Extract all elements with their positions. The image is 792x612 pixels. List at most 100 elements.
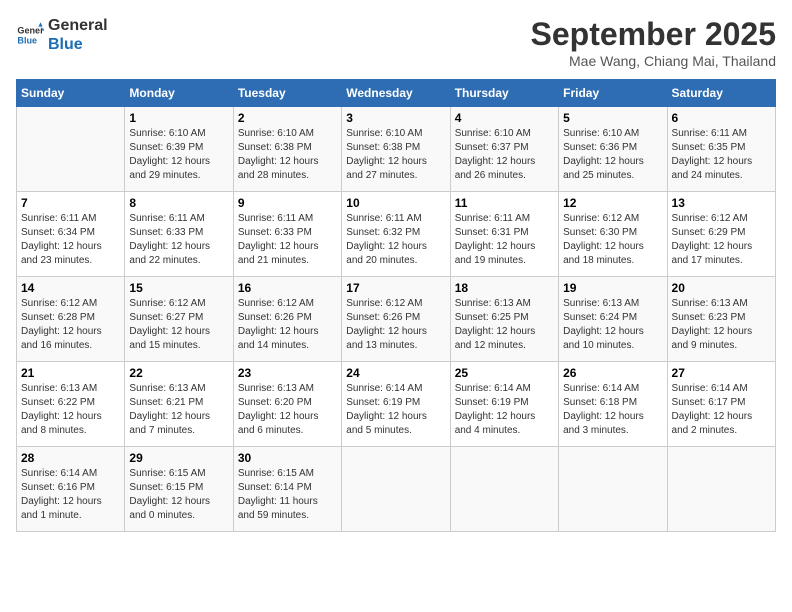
day-header-sunday: Sunday — [17, 80, 125, 107]
calendar-cell: 20 Sunrise: 6:13 AM Sunset: 6:23 PM Dayli… — [667, 277, 775, 362]
cell-info: Sunrise: 6:12 AM Sunset: 6:27 PM Dayligh… — [129, 297, 228, 353]
day-number: 24 — [346, 366, 445, 380]
calendar-week-4: 21 Sunrise: 6:13 AM Sunset: 6:22 PM Dayli… — [17, 362, 776, 447]
cell-info: Sunrise: 6:10 AM Sunset: 6:37 PM Dayligh… — [455, 127, 554, 183]
calendar-cell: 10 Sunrise: 6:11 AM Sunset: 6:32 PM Dayli… — [342, 192, 450, 277]
cell-info: Sunrise: 6:10 AM Sunset: 6:39 PM Dayligh… — [129, 127, 228, 183]
calendar-cell: 29Sunrise: 6:15 AM Sunset: 6:15 PM Dayli… — [125, 447, 233, 532]
cell-info: Sunrise: 6:15 AM Sunset: 6:15 PM Dayligh… — [129, 467, 228, 523]
cell-info: Sunrise: 6:12 AM Sunset: 6:26 PM Dayligh… — [346, 297, 445, 353]
title-area: September 2025 Mae Wang, Chiang Mai, Tha… — [531, 16, 776, 69]
day-header-saturday: Saturday — [667, 80, 775, 107]
day-number: 28 — [21, 451, 120, 465]
day-number: 14 — [21, 281, 120, 295]
day-number: 19 — [563, 281, 662, 295]
calendar-header-row: SundayMondayTuesdayWednesdayThursdayFrid… — [17, 80, 776, 107]
calendar-cell: 22 Sunrise: 6:13 AM Sunset: 6:21 PM Dayli… — [125, 362, 233, 447]
logo: General Blue General Blue — [16, 16, 108, 54]
day-number: 30 — [238, 451, 337, 465]
calendar-cell: 17 Sunrise: 6:12 AM Sunset: 6:26 PM Dayli… — [342, 277, 450, 362]
day-number: 17 — [346, 281, 445, 295]
cell-info: Sunrise: 6:11 AM Sunset: 6:34 PM Dayligh… — [21, 212, 120, 268]
day-number: 22 — [129, 366, 228, 380]
cell-info: Sunrise: 6:12 AM Sunset: 6:30 PM Dayligh… — [563, 212, 662, 268]
day-number: 26 — [563, 366, 662, 380]
cell-info: Sunrise: 6:13 AM Sunset: 6:23 PM Dayligh… — [672, 297, 771, 353]
calendar-cell: 25 Sunrise: 6:14 AM Sunset: 6:19 PM Dayli… — [450, 362, 558, 447]
cell-info: Sunrise: 6:11 AM Sunset: 6:32 PM Dayligh… — [346, 212, 445, 268]
calendar-cell: 1 Sunrise: 6:10 AM Sunset: 6:39 PM Daylig… — [125, 107, 233, 192]
cell-info: Sunrise: 6:10 AM Sunset: 6:38 PM Dayligh… — [346, 127, 445, 183]
calendar-cell: 28 Sunrise: 6:14 AM Sunset: 6:16 PM Dayli… — [17, 447, 125, 532]
cell-info: Sunrise: 6:12 AM Sunset: 6:28 PM Dayligh… — [21, 297, 120, 353]
svg-text:Blue: Blue — [17, 36, 37, 46]
cell-info: Sunrise: 6:14 AM Sunset: 6:17 PM Dayligh… — [672, 382, 771, 438]
logo-icon: General Blue — [16, 21, 44, 49]
logo-line2: Blue — [48, 35, 108, 54]
calendar-table: SundayMondayTuesdayWednesdayThursdayFrid… — [16, 79, 776, 532]
day-number: 6 — [672, 111, 771, 125]
cell-info: Sunrise: 6:11 AM Sunset: 6:31 PM Dayligh… — [455, 212, 554, 268]
logo-line1: General — [48, 16, 108, 35]
calendar-cell: 2 Sunrise: 6:10 AM Sunset: 6:38 PM Daylig… — [233, 107, 341, 192]
day-number: 1 — [129, 111, 228, 125]
cell-info: Sunrise: 6:14 AM Sunset: 6:18 PM Dayligh… — [563, 382, 662, 438]
calendar-cell: 13 Sunrise: 6:12 AM Sunset: 6:29 PM Dayli… — [667, 192, 775, 277]
day-number: 16 — [238, 281, 337, 295]
cell-info: Sunrise: 6:13 AM Sunset: 6:21 PM Dayligh… — [129, 382, 228, 438]
svg-text:General: General — [17, 26, 44, 36]
month-year: September 2025 — [531, 16, 776, 53]
day-number: 27 — [672, 366, 771, 380]
calendar-cell: 23Sunrise: 6:13 AM Sunset: 6:20 PM Dayli… — [233, 362, 341, 447]
calendar-cell: 27 Sunrise: 6:14 AM Sunset: 6:17 PM Dayli… — [667, 362, 775, 447]
calendar-cell: 12 Sunrise: 6:12 AM Sunset: 6:30 PM Dayli… — [559, 192, 667, 277]
calendar-cell: 21 Sunrise: 6:13 AM Sunset: 6:22 PM Dayli… — [17, 362, 125, 447]
day-number: 18 — [455, 281, 554, 295]
calendar-cell — [667, 447, 775, 532]
day-header-tuesday: Tuesday — [233, 80, 341, 107]
calendar-cell: 3Sunrise: 6:10 AM Sunset: 6:38 PM Daylig… — [342, 107, 450, 192]
cell-info: Sunrise: 6:13 AM Sunset: 6:22 PM Dayligh… — [21, 382, 120, 438]
day-number: 13 — [672, 196, 771, 210]
day-number: 23 — [238, 366, 337, 380]
calendar-cell: 6 Sunrise: 6:11 AM Sunset: 6:35 PM Daylig… — [667, 107, 775, 192]
cell-info: Sunrise: 6:11 AM Sunset: 6:33 PM Dayligh… — [238, 212, 337, 268]
cell-info: Sunrise: 6:14 AM Sunset: 6:19 PM Dayligh… — [346, 382, 445, 438]
day-number: 10 — [346, 196, 445, 210]
cell-info: Sunrise: 6:14 AM Sunset: 6:19 PM Dayligh… — [455, 382, 554, 438]
cell-info: Sunrise: 6:11 AM Sunset: 6:33 PM Dayligh… — [129, 212, 228, 268]
cell-info: Sunrise: 6:13 AM Sunset: 6:24 PM Dayligh… — [563, 297, 662, 353]
cell-info: Sunrise: 6:14 AM Sunset: 6:16 PM Dayligh… — [21, 467, 120, 523]
calendar-cell: 9Sunrise: 6:11 AM Sunset: 6:33 PM Daylig… — [233, 192, 341, 277]
calendar-cell: 26 Sunrise: 6:14 AM Sunset: 6:18 PM Dayli… — [559, 362, 667, 447]
cell-info: Sunrise: 6:12 AM Sunset: 6:26 PM Dayligh… — [238, 297, 337, 353]
calendar-cell: 14 Sunrise: 6:12 AM Sunset: 6:28 PM Dayli… — [17, 277, 125, 362]
calendar-cell — [559, 447, 667, 532]
calendar-cell: 19 Sunrise: 6:13 AM Sunset: 6:24 PM Dayli… — [559, 277, 667, 362]
calendar-body: 1 Sunrise: 6:10 AM Sunset: 6:39 PM Daylig… — [17, 107, 776, 532]
cell-info: Sunrise: 6:11 AM Sunset: 6:35 PM Dayligh… — [672, 127, 771, 183]
calendar-cell: 24 Sunrise: 6:14 AM Sunset: 6:19 PM Dayli… — [342, 362, 450, 447]
day-number: 20 — [672, 281, 771, 295]
calendar-week-5: 28 Sunrise: 6:14 AM Sunset: 6:16 PM Dayli… — [17, 447, 776, 532]
calendar-cell: 16 Sunrise: 6:12 AM Sunset: 6:26 PM Dayli… — [233, 277, 341, 362]
day-header-monday: Monday — [125, 80, 233, 107]
cell-info: Sunrise: 6:12 AM Sunset: 6:29 PM Dayligh… — [672, 212, 771, 268]
calendar-cell: 7Sunrise: 6:11 AM Sunset: 6:34 PM Daylig… — [17, 192, 125, 277]
cell-info: Sunrise: 6:10 AM Sunset: 6:36 PM Dayligh… — [563, 127, 662, 183]
cell-info: Sunrise: 6:10 AM Sunset: 6:38 PM Dayligh… — [238, 127, 337, 183]
calendar-cell: 11Sunrise: 6:11 AM Sunset: 6:31 PM Dayli… — [450, 192, 558, 277]
day-number: 8 — [129, 196, 228, 210]
calendar-cell: 18Sunrise: 6:13 AM Sunset: 6:25 PM Dayli… — [450, 277, 558, 362]
calendar-cell: 4Sunrise: 6:10 AM Sunset: 6:37 PM Daylig… — [450, 107, 558, 192]
day-number: 25 — [455, 366, 554, 380]
day-number: 12 — [563, 196, 662, 210]
day-number: 21 — [21, 366, 120, 380]
calendar-week-3: 14 Sunrise: 6:12 AM Sunset: 6:28 PM Dayli… — [17, 277, 776, 362]
location: Mae Wang, Chiang Mai, Thailand — [531, 53, 776, 69]
calendar-cell: 30 Sunrise: 6:15 AM Sunset: 6:14 PM Dayli… — [233, 447, 341, 532]
day-header-wednesday: Wednesday — [342, 80, 450, 107]
day-number: 15 — [129, 281, 228, 295]
day-number: 2 — [238, 111, 337, 125]
cell-info: Sunrise: 6:15 AM Sunset: 6:14 PM Dayligh… — [238, 467, 337, 523]
